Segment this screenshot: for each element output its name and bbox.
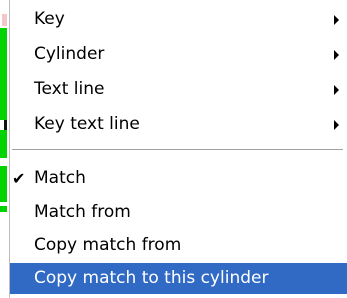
menu-item-label: Copy match from	[34, 235, 182, 255]
submenu-arrow-icon	[334, 50, 339, 60]
menu-item-copy-match-to-this-cylinder[interactable]: Copy match to this cylinder	[10, 263, 347, 294]
screen: Key Cylinder Text line Key text line ✔ M…	[0, 0, 347, 298]
menu-item-label: Copy match to this cylinder	[34, 268, 269, 288]
menu-item-label: Key	[34, 9, 65, 29]
menu-separator	[12, 149, 343, 151]
menu-item-text-line[interactable]: Text line	[10, 74, 347, 105]
menu-item-label: Text line	[34, 79, 105, 99]
background-dark-mark	[4, 120, 7, 130]
submenu-arrow-icon	[334, 85, 339, 95]
menu-item-label: Cylinder	[34, 44, 105, 64]
menu-item-cylinder[interactable]: Cylinder	[10, 39, 347, 70]
background-green-bar	[0, 166, 7, 202]
menu-item-match[interactable]: ✔ Match	[10, 163, 347, 194]
context-menu: Key Cylinder Text line Key text line ✔ M…	[9, 0, 347, 298]
menu-item-label: Key text line	[34, 114, 140, 134]
menu-item-label: Match	[34, 168, 86, 188]
menu-item-key-text-line[interactable]: Key text line	[10, 109, 347, 140]
menu-item-key[interactable]: Key	[10, 4, 347, 35]
menu-item-match-from[interactable]: Match from	[10, 197, 347, 228]
menu-item-copy-match-from[interactable]: Copy match from	[10, 230, 347, 261]
submenu-arrow-icon	[334, 120, 339, 130]
background-green-bar	[0, 206, 7, 212]
submenu-arrow-icon	[334, 15, 339, 25]
background-green-bar	[0, 130, 7, 158]
menu-item-label: Match from	[34, 202, 131, 222]
background-window-edge	[0, 0, 9, 298]
background-green-bar	[0, 28, 7, 120]
checkmark-icon: ✔	[12, 169, 26, 188]
background-pink-mark	[2, 14, 7, 26]
